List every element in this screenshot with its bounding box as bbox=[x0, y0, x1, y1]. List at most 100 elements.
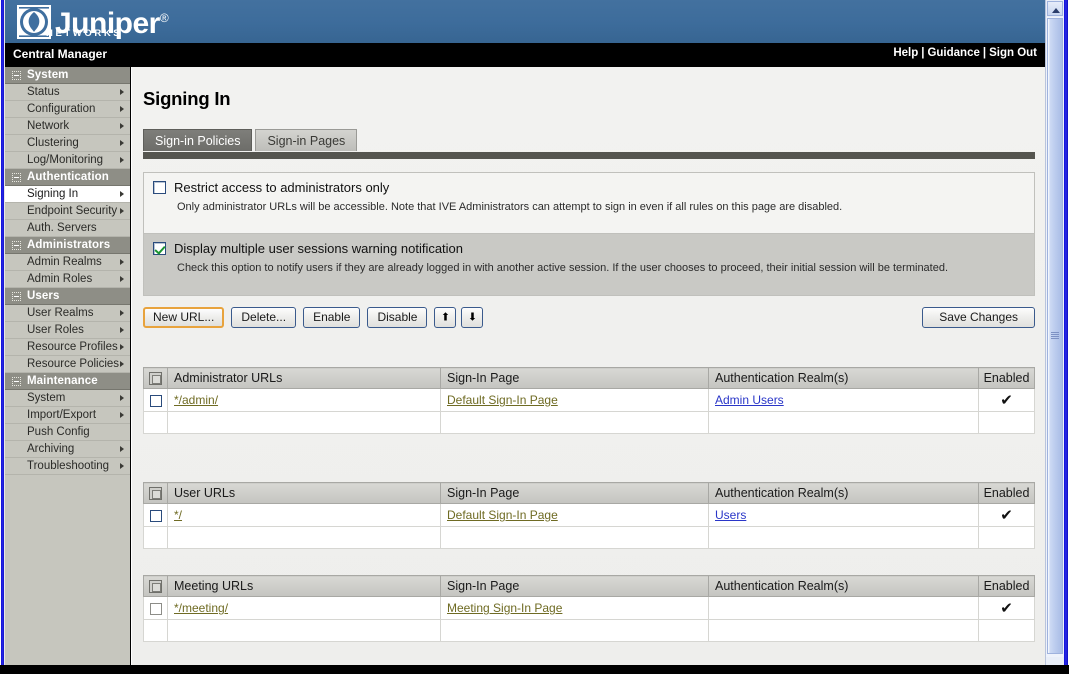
sidebar-group-label: System bbox=[27, 69, 69, 81]
sidebar-item-import-export[interactable]: Import/Export bbox=[5, 407, 130, 424]
sidebar-item-label: Resource Policies bbox=[27, 358, 120, 370]
restrict-access-checkbox[interactable] bbox=[153, 181, 166, 194]
enable-button[interactable]: Enable bbox=[303, 307, 361, 328]
sidebar-item-user-roles[interactable]: User Roles bbox=[5, 322, 130, 339]
chevron-right-icon bbox=[120, 412, 124, 418]
sidebar-item-admin-roles[interactable]: Admin Roles bbox=[5, 271, 130, 288]
multisession-warning-checkbox[interactable] bbox=[153, 242, 166, 255]
realm-link[interactable]: Admin Users bbox=[715, 393, 784, 407]
sidebar-item-archiving[interactable]: Archiving bbox=[5, 441, 130, 458]
sidebar-item-label: User Roles bbox=[27, 324, 84, 336]
sidebar-item-status[interactable]: Status bbox=[5, 84, 130, 101]
column-header-realms: Authentication Realm(s) bbox=[708, 367, 979, 389]
sidebar-group-administrators[interactable]: Administrators bbox=[5, 237, 130, 254]
scrollbar-grip-icon bbox=[1051, 332, 1059, 340]
row-select-cell[interactable] bbox=[143, 388, 168, 412]
chevron-right-icon bbox=[120, 208, 124, 214]
row-select-cell[interactable] bbox=[143, 503, 168, 527]
sidebar-group-users[interactable]: Users bbox=[5, 288, 130, 305]
sidebar-item-resource-profiles[interactable]: Resource Profiles bbox=[5, 339, 130, 356]
row-checkbox[interactable] bbox=[149, 602, 162, 615]
realm-link[interactable]: Users bbox=[715, 508, 746, 522]
column-header-signin-page: Sign-In Page bbox=[440, 482, 709, 504]
sidebar-item-auth-servers[interactable]: Auth. Servers bbox=[5, 220, 130, 237]
select-all-icon[interactable] bbox=[149, 372, 162, 386]
enabled-cell bbox=[978, 526, 1035, 549]
tab-signin-pages[interactable]: Sign-in Pages bbox=[255, 129, 358, 151]
sidebar-item-configuration[interactable]: Configuration bbox=[5, 101, 130, 118]
url-link[interactable]: */meeting/ bbox=[174, 601, 228, 615]
collapse-icon[interactable] bbox=[12, 71, 21, 80]
sidebar-item-network[interactable]: Network bbox=[5, 118, 130, 135]
collapse-icon[interactable] bbox=[12, 377, 21, 386]
select-all-header[interactable] bbox=[143, 575, 168, 597]
column-header-realms: Authentication Realm(s) bbox=[708, 575, 979, 597]
move-up-button[interactable]: ⬆ bbox=[434, 307, 457, 328]
realms-cell bbox=[708, 619, 979, 642]
sidebar-item-resource-policies[interactable]: Resource Policies bbox=[5, 356, 130, 373]
sidebar-group-maintenance[interactable]: Maintenance bbox=[5, 373, 130, 390]
url-link[interactable]: */admin/ bbox=[174, 393, 218, 407]
sidebar-item-clustering[interactable]: Clustering bbox=[5, 135, 130, 152]
signin-page-link[interactable]: Default Sign-In Page bbox=[447, 508, 558, 522]
sidebar-item-label: Admin Roles bbox=[27, 273, 93, 285]
disable-button[interactable]: Disable bbox=[367, 307, 428, 328]
option-description: Check this option to notify users if the… bbox=[177, 262, 949, 274]
row-select-cell bbox=[143, 526, 168, 549]
sidebar-item-user-realms[interactable]: User Realms bbox=[5, 305, 130, 322]
guidance-link[interactable]: Guidance bbox=[927, 47, 979, 59]
tab-underline bbox=[143, 152, 1035, 159]
table-row-empty bbox=[143, 526, 1035, 549]
meeting-urls-table: Meeting URLs Sign-In Page Authentication… bbox=[143, 575, 1035, 642]
scroll-up-button[interactable] bbox=[1047, 1, 1063, 16]
url-cell: */meeting/ bbox=[167, 596, 441, 620]
tab-signin-policies[interactable]: Sign-in Policies bbox=[143, 129, 253, 151]
signin-page-cell: Default Sign-In Page bbox=[440, 503, 709, 527]
sidebar-item-label: Status bbox=[27, 86, 60, 98]
sign-out-link[interactable]: Sign Out bbox=[989, 47, 1037, 59]
row-select-cell[interactable] bbox=[143, 596, 168, 620]
sidebar-group-system[interactable]: System bbox=[5, 67, 130, 84]
signin-page-link[interactable]: Default Sign-In Page bbox=[447, 393, 558, 407]
delete-button[interactable]: Delete... bbox=[231, 307, 297, 328]
sidebar-item-troubleshooting[interactable]: Troubleshooting bbox=[5, 458, 130, 475]
collapse-icon[interactable] bbox=[12, 173, 21, 182]
column-header-url: User URLs bbox=[167, 482, 441, 504]
vertical-scrollbar[interactable] bbox=[1045, 0, 1069, 674]
collapse-icon[interactable] bbox=[12, 292, 21, 301]
top-navigation-bar: Central Manager Help | Guidance | Sign Out bbox=[5, 43, 1045, 67]
select-all-header[interactable] bbox=[143, 367, 168, 389]
sidebar-item-label: Push Config bbox=[27, 426, 90, 438]
collapse-icon[interactable] bbox=[12, 241, 21, 250]
select-all-icon[interactable] bbox=[149, 487, 162, 501]
sidebar-item-signing-in[interactable]: Signing In bbox=[5, 186, 130, 203]
sidebar-item-label: User Realms bbox=[27, 307, 94, 319]
sidebar-item-log-monitoring[interactable]: Log/Monitoring bbox=[5, 152, 130, 169]
sidebar-item-push-config[interactable]: Push Config bbox=[5, 424, 130, 441]
top-links: Help | Guidance | Sign Out bbox=[893, 47, 1037, 59]
column-header-realms: Authentication Realm(s) bbox=[708, 482, 979, 504]
help-link[interactable]: Help bbox=[893, 47, 918, 59]
select-all-icon[interactable] bbox=[149, 580, 162, 594]
save-changes-button[interactable]: Save Changes bbox=[922, 307, 1035, 328]
sidebar-group-authentication[interactable]: Authentication bbox=[5, 169, 130, 186]
column-header-url: Administrator URLs bbox=[167, 367, 441, 389]
new-url-button[interactable]: New URL... bbox=[143, 307, 225, 328]
chevron-right-icon bbox=[120, 106, 124, 112]
enabled-cell: ✔ bbox=[978, 503, 1035, 527]
app-title: Central Manager bbox=[13, 47, 108, 61]
enabled-cell: ✔ bbox=[978, 596, 1035, 620]
row-checkbox[interactable] bbox=[149, 394, 162, 407]
scrollbar-thumb[interactable] bbox=[1047, 18, 1063, 654]
move-down-button[interactable]: ⬇ bbox=[461, 307, 484, 328]
row-checkbox[interactable] bbox=[149, 509, 162, 522]
sidebar-group-label: Maintenance bbox=[27, 375, 98, 387]
sidebar-item-endpoint-security[interactable]: Endpoint Security bbox=[5, 203, 130, 220]
select-all-header[interactable] bbox=[143, 482, 168, 504]
chevron-right-icon bbox=[120, 89, 124, 95]
realms-cell bbox=[708, 411, 979, 434]
sidebar-item-maintenance-system[interactable]: System bbox=[5, 390, 130, 407]
signin-page-link[interactable]: Meeting Sign-In Page bbox=[447, 601, 562, 615]
sidebar-item-admin-realms[interactable]: Admin Realms bbox=[5, 254, 130, 271]
url-link[interactable]: */ bbox=[174, 508, 182, 522]
